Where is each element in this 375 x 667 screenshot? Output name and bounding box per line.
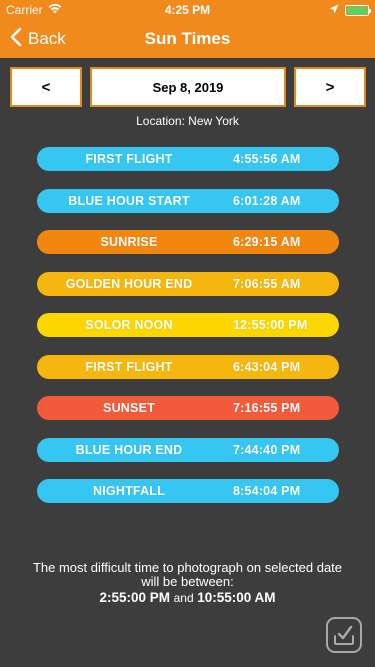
time-row-label: FIRST FLIGHT bbox=[85, 359, 173, 374]
previous-day-button[interactable]: < bbox=[10, 67, 82, 107]
status-bar: Carrier 4:25 PM bbox=[0, 0, 375, 20]
battery-level bbox=[347, 6, 367, 14]
status-right bbox=[329, 3, 371, 17]
time-row-value: 6:29:15 AM bbox=[233, 235, 301, 249]
next-day-button[interactable]: > bbox=[294, 67, 366, 107]
time-row-value: 7:16:55 PM bbox=[233, 401, 301, 415]
time-row-label: SOLOR NOON bbox=[85, 318, 173, 332]
time-row-solar-noon[interactable]: SOLOR NOON 12:55:00 PM bbox=[37, 313, 339, 337]
time-row-blue-hour-start[interactable]: BLUE HOUR START 6:01:28 AM bbox=[37, 188, 339, 213]
time-row-value: 7:06:55 AM bbox=[233, 276, 301, 291]
time-row-label: NIGHTFALL bbox=[93, 484, 165, 498]
page-title: Sun Times bbox=[144, 29, 231, 48]
status-left: Carrier bbox=[6, 3, 62, 17]
time-row-value: 12:55:00 PM bbox=[233, 318, 308, 332]
battery-icon bbox=[345, 4, 371, 16]
time-row-label: FIRST FLIGHT bbox=[85, 152, 173, 166]
note-line-1: The most difficult time to photograph on… bbox=[32, 560, 343, 575]
time-row-value: 4:55:56 AM bbox=[233, 152, 301, 166]
time-row-label: BLUE HOUR END bbox=[75, 442, 183, 457]
carrier-label: Carrier bbox=[6, 3, 43, 17]
location-arrow-icon bbox=[329, 3, 339, 17]
note-line-2: will be between: bbox=[141, 574, 234, 589]
wifi-icon bbox=[48, 3, 62, 17]
back-button[interactable]: Back bbox=[10, 20, 66, 58]
note-and: and bbox=[173, 591, 194, 605]
difficult-end-time: 10:55:00 AM bbox=[197, 590, 276, 605]
time-row-label: SUNSET bbox=[103, 401, 155, 415]
date-display[interactable]: Sep 8, 2019 bbox=[90, 67, 286, 107]
back-label: Back bbox=[28, 29, 66, 48]
time-row-value: 6:01:28 AM bbox=[233, 193, 301, 208]
date-picker: < Sep 8, 2019 > bbox=[10, 67, 366, 107]
location-label: Location: New York bbox=[136, 114, 239, 128]
time-row-sunrise[interactable]: SUNRISE 6:29:15 AM bbox=[37, 230, 339, 254]
chevron-left-icon bbox=[10, 27, 22, 52]
time-row-value: 8:54:04 PM bbox=[233, 484, 301, 498]
nav-bar: Back Sun Times bbox=[0, 20, 375, 58]
time-row-golden-hour-end[interactable]: GOLDEN HOUR END 7:06:55 AM bbox=[37, 271, 339, 296]
note-time-range: 2:55:00 PM and 10:55:00 AM bbox=[0, 590, 375, 606]
time-row-value: 6:43:04 PM bbox=[233, 359, 301, 374]
time-row-first-flight-morning[interactable]: FIRST FLIGHT 4:55:56 AM bbox=[37, 147, 339, 171]
checkmark-tray-icon[interactable] bbox=[326, 617, 362, 653]
difficult-start-time: 2:55:00 PM bbox=[99, 590, 170, 605]
time-row-label: BLUE HOUR START bbox=[68, 193, 190, 208]
time-row-blue-hour-end[interactable]: BLUE HOUR END 7:44:40 PM bbox=[37, 437, 339, 462]
sun-times-list: FIRST FLIGHT 4:55:56 AM BLUE HOUR START … bbox=[37, 147, 339, 521]
time-row-label: GOLDEN HOUR END bbox=[65, 276, 193, 291]
time-row-label: SUNRISE bbox=[100, 235, 158, 249]
difficult-time-note: The most difficult time to photograph on… bbox=[0, 560, 375, 606]
time-row-first-flight-evening[interactable]: FIRST FLIGHT 6:43:04 PM bbox=[37, 354, 339, 379]
time-row-sunset[interactable]: SUNSET 7:16:55 PM bbox=[37, 396, 339, 420]
time-row-value: 7:44:40 PM bbox=[233, 442, 301, 457]
time-row-nightfall[interactable]: NIGHTFALL 8:54:04 PM bbox=[37, 479, 339, 503]
